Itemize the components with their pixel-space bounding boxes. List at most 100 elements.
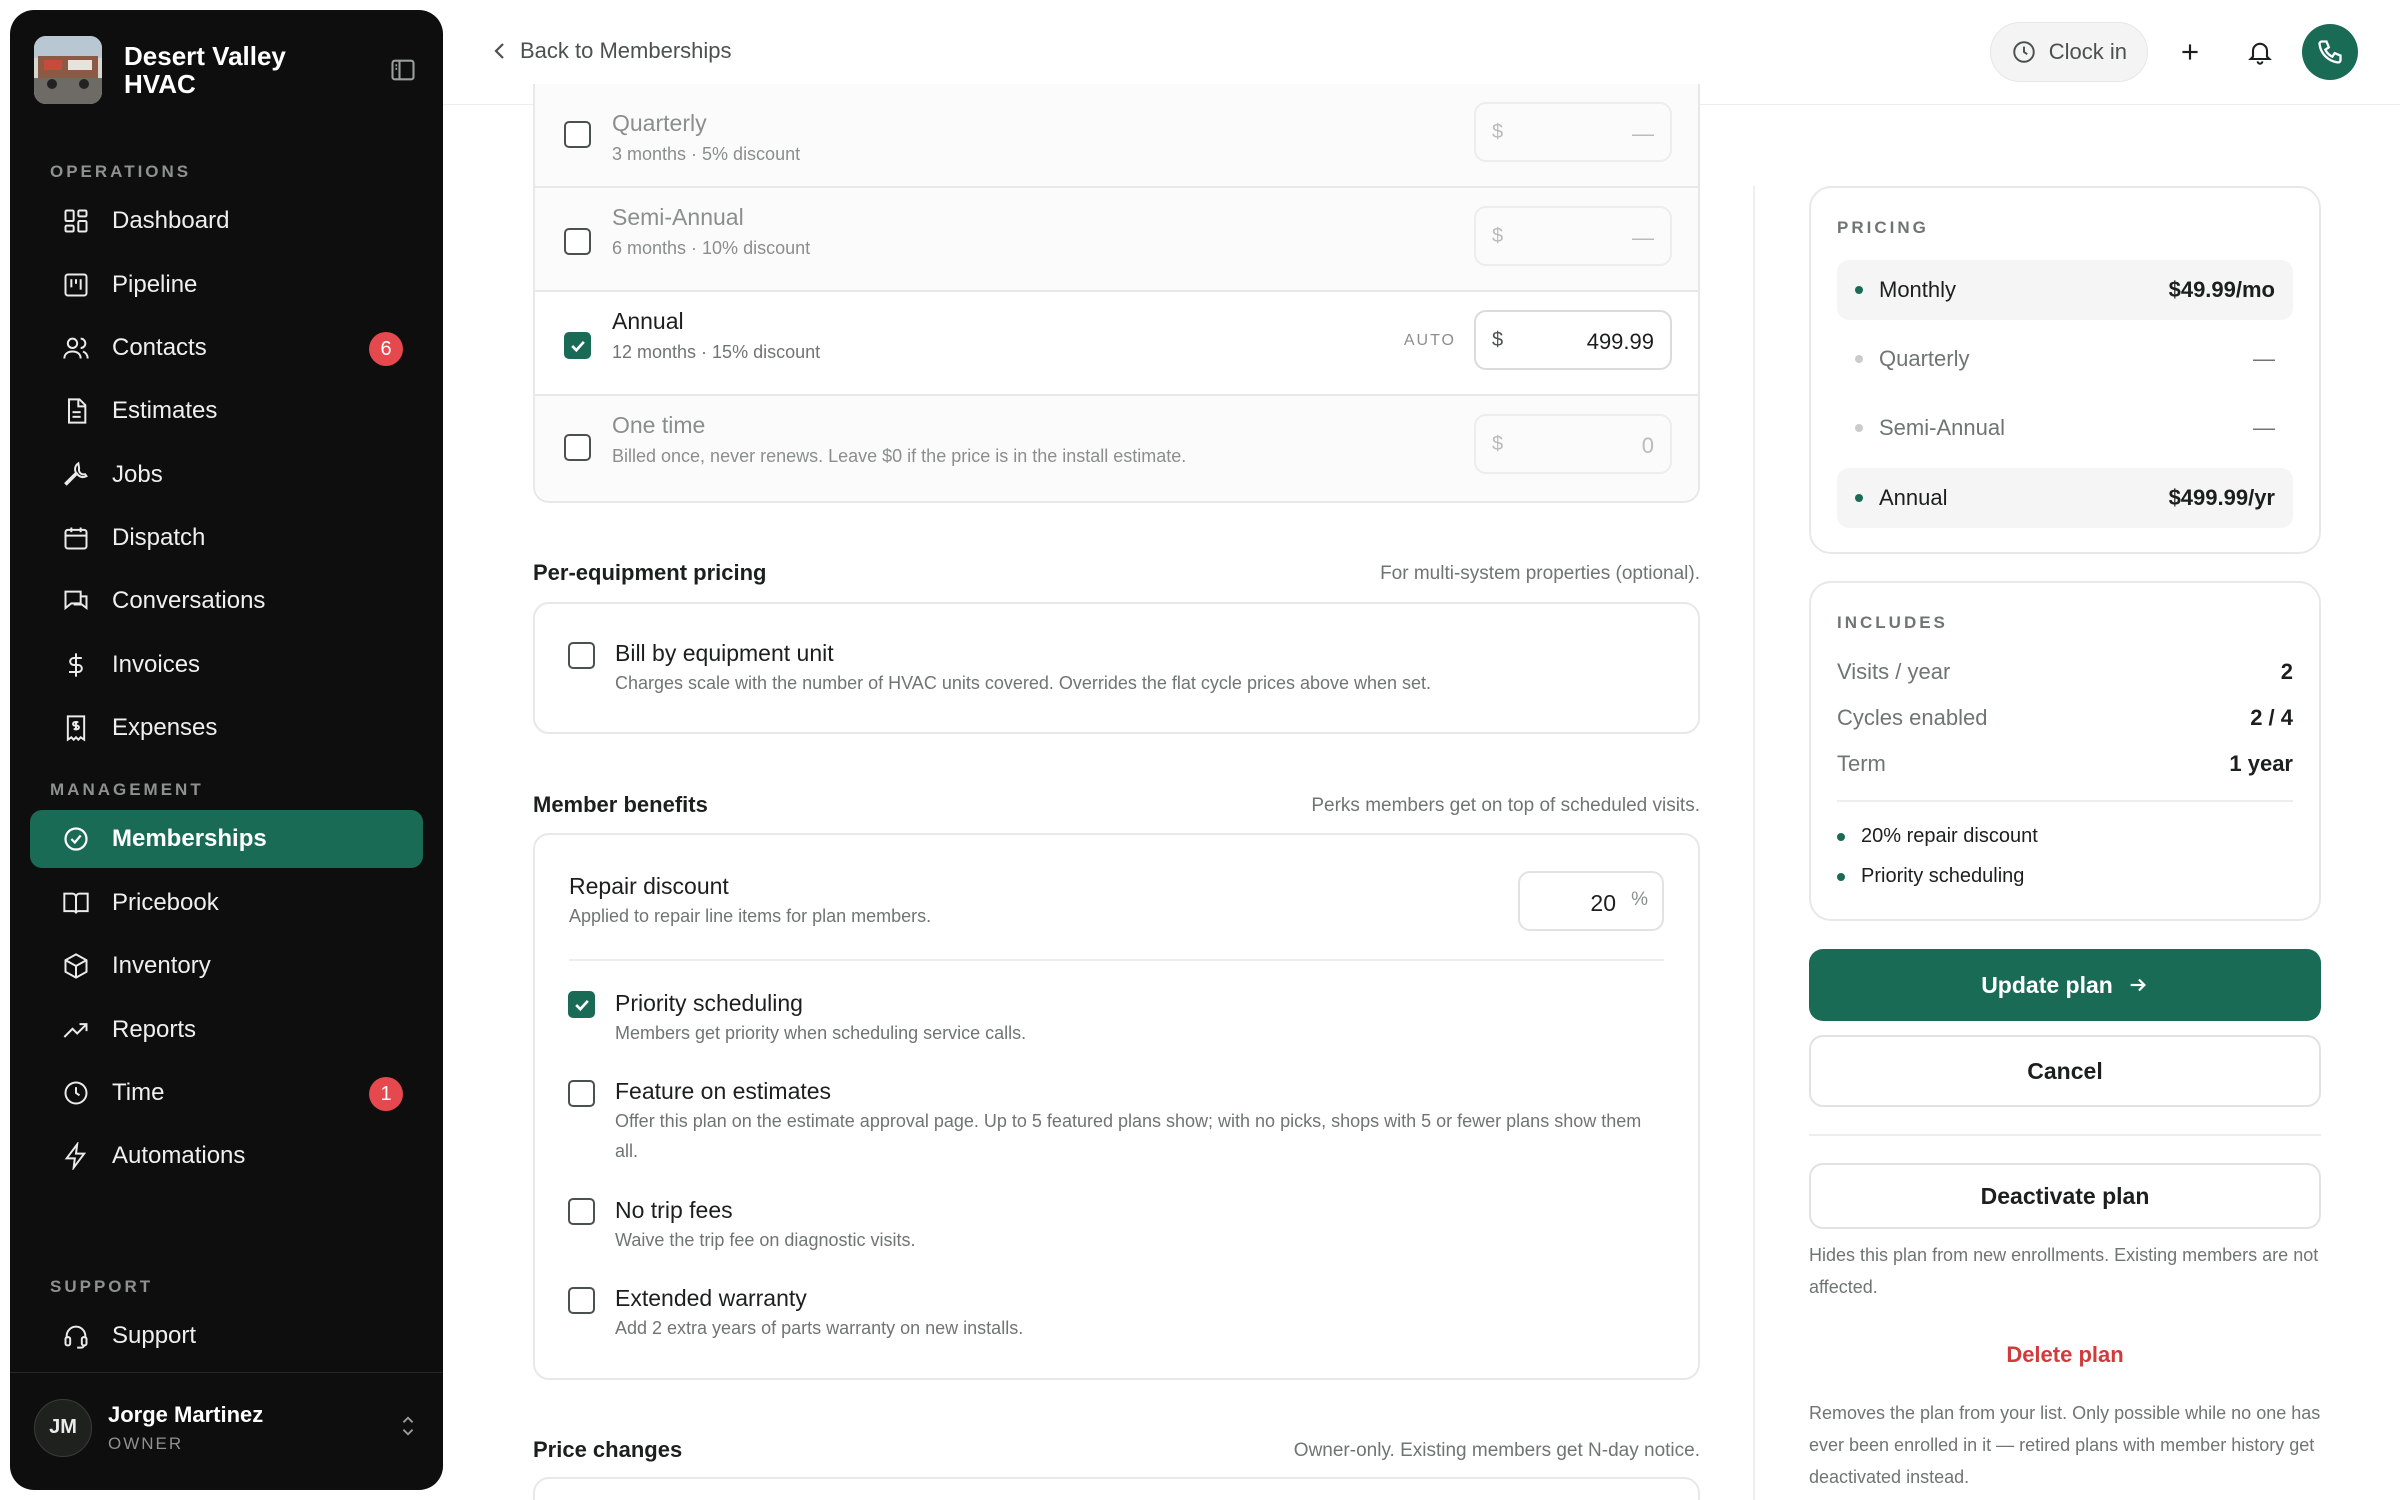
phone-icon: [2318, 40, 2342, 64]
add-button[interactable]: [2162, 24, 2218, 80]
currency-symbol: $: [1492, 225, 1504, 247]
topbar-actions: Clock in: [1989, 22, 2358, 82]
annual-checkbox[interactable]: [564, 332, 591, 359]
sidebar-item-label: Memberships: [112, 825, 267, 852]
brand[interactable]: Desert Valley HVAC: [34, 34, 419, 106]
pricing-row-monthly: Monthly $49.99/mo: [1837, 260, 2293, 320]
member-benefits-heading: Member benefits: [533, 792, 708, 817]
calendar-icon: [60, 522, 92, 554]
user-menu[interactable]: JM Jorge Martinez OWNER: [10, 1372, 443, 1482]
quarterly-price-input[interactable]: $ —: [1474, 102, 1672, 162]
sidebar-item-label: Pipeline: [112, 271, 198, 298]
feature-on-estimates-title: Feature on estimates: [615, 1078, 832, 1104]
pricing-label: PRICING: [1837, 218, 1929, 237]
sidebar-item-time[interactable]: Time 1: [30, 1064, 423, 1122]
cycle-title: Quarterly: [612, 110, 707, 136]
deactivate-plan-button[interactable]: Deactivate plan: [1809, 1163, 2321, 1229]
brand-name: Desert Valley HVAC: [124, 41, 286, 99]
sidebar-item-dispatch[interactable]: Dispatch: [30, 509, 423, 567]
cycle-row-semi-annual[interactable]: Semi-Annual 6 months · 10% discount $ —: [535, 188, 1698, 292]
status-dot: [1837, 872, 1845, 881]
update-plan-button[interactable]: Update plan: [1809, 949, 2321, 1021]
cycle-row-annual[interactable]: Annual 12 months · 15% discount AUTO $ 4…: [535, 292, 1698, 396]
cycle-title: One time: [612, 412, 706, 438]
includes-value: 2: [2280, 659, 2293, 684]
sidebar-item-invoices[interactable]: Invoices: [30, 636, 423, 694]
phone-button[interactable]: [2302, 24, 2358, 80]
sidebar-item-label: Jobs: [112, 461, 163, 488]
sidebar-item-inventory[interactable]: Inventory: [30, 937, 423, 995]
pricing-row-amount: —: [2253, 415, 2275, 440]
currency-symbol: $: [1492, 121, 1504, 143]
receipt-icon: [60, 712, 92, 744]
pricing-row-amount: $49.99/mo: [2168, 277, 2275, 302]
cancel-button[interactable]: Cancel: [1809, 1035, 2321, 1107]
status-dot: [1855, 355, 1863, 363]
quarterly-checkbox[interactable]: [564, 121, 591, 148]
clock-icon: [2013, 41, 2035, 63]
section-label-management: MANAGEMENT: [50, 780, 204, 799]
pricing-row-name: Monthly: [1879, 277, 1957, 302]
check-icon: [574, 999, 589, 1011]
sidebar-item-jobs[interactable]: Jobs: [30, 446, 423, 504]
repair-discount-input[interactable]: 20 %: [1518, 871, 1664, 931]
sidebar-item-pricebook[interactable]: Pricebook: [30, 874, 423, 932]
actions-divider: [1809, 1134, 2321, 1136]
back-to-memberships-link[interactable]: Back to Memberships: [492, 38, 732, 64]
sidebar-collapse-icon[interactable]: [387, 54, 419, 86]
includes-key: Term: [1837, 751, 1886, 776]
notifications-button[interactable]: [2232, 24, 2288, 80]
price-value: 0: [1641, 433, 1654, 458]
sidebar-item-conversations[interactable]: Conversations: [30, 572, 423, 630]
price-value: —: [1632, 225, 1654, 250]
semi-annual-price-input[interactable]: $ —: [1474, 206, 1672, 266]
includes-key: Cycles enabled: [1837, 705, 1988, 730]
pricing-row-semi-annual: Semi-Annual —: [1837, 398, 2293, 458]
delete-plan-button[interactable]: Delete plan: [1809, 1342, 2321, 1368]
pricing-summary-card: PRICING Monthly $49.99/mo Quarterly — Se…: [1809, 186, 2321, 554]
bill-by-unit-checkbox[interactable]: [568, 642, 595, 669]
one-time-checkbox[interactable]: [564, 434, 591, 461]
sidebar-item-expenses[interactable]: Expenses: [30, 699, 423, 757]
includes-bullet: 20% repair discount: [1837, 825, 2038, 848]
chevron-up-down-icon[interactable]: [397, 1411, 419, 1446]
cycle-subtitle: 6 months · 10% discount: [612, 238, 811, 258]
dollar-icon: [60, 649, 92, 681]
panel-divider: [1753, 186, 1755, 1500]
sidebar-item-memberships[interactable]: Memberships: [30, 810, 423, 868]
includes-bullet-text: Priority scheduling: [1861, 865, 2025, 887]
extended-warranty-checkbox[interactable]: [568, 1287, 595, 1314]
book-icon: [60, 887, 92, 919]
annual-price-input[interactable]: $ 499.99: [1474, 310, 1672, 370]
cycle-row-one-time[interactable]: One time Billed once, never renews. Leav…: [535, 396, 1698, 501]
sidebar-item-pipeline[interactable]: Pipeline: [30, 256, 423, 314]
feature-on-estimates-checkbox[interactable]: [568, 1080, 595, 1107]
priority-scheduling-subtitle: Members get priority when scheduling ser…: [615, 1023, 1027, 1043]
sidebar-item-label: Invoices: [112, 651, 201, 678]
repair-discount-title: Repair discount: [569, 873, 729, 899]
priority-scheduling-checkbox[interactable]: [568, 991, 595, 1018]
clock-in-button[interactable]: Clock in: [1989, 22, 2148, 82]
bill-by-unit-subtitle: Charges scale with the number of HVAC un…: [615, 673, 1432, 693]
includes-row-cycles: Cycles enabled 2 / 4: [1837, 705, 2293, 731]
sidebar-item-estimates[interactable]: Estimates: [30, 382, 423, 440]
pricing-row-amount: —: [2253, 346, 2275, 371]
sidebar-item-automations[interactable]: Automations: [30, 1127, 423, 1185]
cycle-row-quarterly[interactable]: Quarterly 3 months · 5% discount $ —: [535, 84, 1698, 188]
bolt-icon: [60, 1140, 92, 1172]
sidebar-item-reports[interactable]: Reports: [30, 1001, 423, 1059]
back-link-label: Back to Memberships: [520, 38, 732, 63]
semi-annual-checkbox[interactable]: [564, 228, 591, 255]
pricing-row-quarterly: Quarterly —: [1837, 329, 2293, 389]
box-icon: [60, 950, 92, 982]
per-equipment-heading: Per-equipment pricing: [533, 560, 767, 585]
no-trip-fees-checkbox[interactable]: [568, 1198, 595, 1225]
section-label-operations: OPERATIONS: [50, 162, 192, 181]
sidebar: Desert Valley HVAC OPERATIONS Dashboard …: [10, 10, 443, 1490]
one-time-price-input[interactable]: $ 0: [1474, 414, 1672, 474]
includes-row-term: Term 1 year: [1837, 751, 2293, 777]
sidebar-item-support[interactable]: Support: [30, 1307, 423, 1365]
sidebar-item-dashboard[interactable]: Dashboard: [30, 192, 423, 250]
sidebar-item-contacts[interactable]: Contacts 6: [30, 319, 423, 377]
section-label-support: SUPPORT: [50, 1277, 154, 1296]
